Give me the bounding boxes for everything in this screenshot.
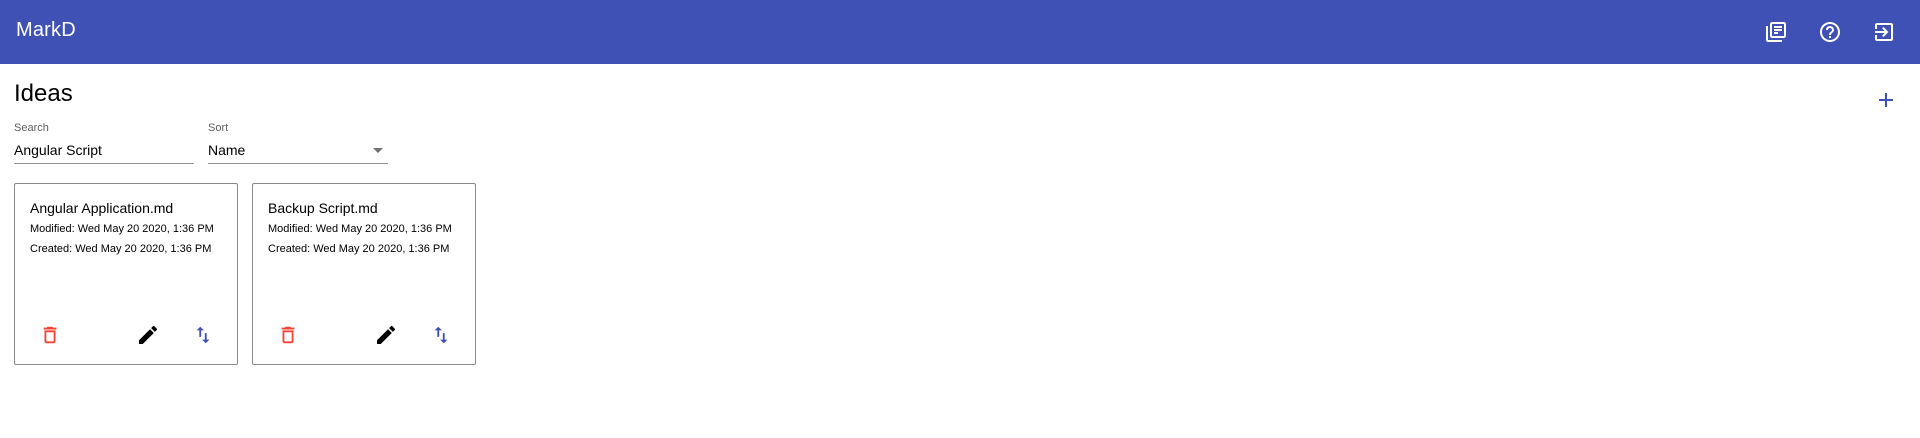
move-button[interactable] bbox=[426, 320, 456, 350]
search-underline bbox=[14, 163, 194, 164]
trash-icon bbox=[43, 326, 57, 344]
swap-vert-icon bbox=[196, 326, 210, 344]
card-title[interactable]: Angular Application.md bbox=[30, 200, 173, 216]
add-button[interactable] bbox=[1870, 84, 1902, 116]
edit-button[interactable] bbox=[371, 320, 401, 350]
add-icon bbox=[1879, 93, 1893, 107]
chevron-down-icon[interactable] bbox=[373, 148, 383, 153]
swap-vert-icon bbox=[434, 326, 448, 344]
card-created: Created: Wed May 20 2020, 1:36 PM bbox=[268, 243, 450, 255]
top-toolbar: MarkD bbox=[0, 0, 1920, 64]
pencil-icon bbox=[139, 325, 158, 344]
search-input[interactable]: Angular Script bbox=[14, 142, 102, 158]
search-label: Search bbox=[14, 122, 49, 134]
move-button[interactable] bbox=[188, 320, 218, 350]
trash-icon bbox=[281, 326, 295, 344]
delete-button[interactable] bbox=[35, 320, 65, 350]
file-card[interactable]: Angular Application.md Modified: Wed May… bbox=[14, 183, 238, 365]
help-icon[interactable] bbox=[1814, 16, 1846, 48]
card-created: Created: Wed May 20 2020, 1:36 PM bbox=[30, 243, 212, 255]
sort-value[interactable]: Name bbox=[208, 142, 245, 158]
card-modified: Modified: Wed May 20 2020, 1:36 PM bbox=[30, 223, 214, 235]
page-title: Ideas bbox=[14, 80, 73, 107]
pencil-icon bbox=[377, 325, 396, 344]
file-card[interactable]: Backup Script.md Modified: Wed May 20 20… bbox=[252, 183, 476, 365]
delete-button[interactable] bbox=[273, 320, 303, 350]
sort-label: Sort bbox=[208, 122, 229, 134]
edit-button[interactable] bbox=[133, 320, 163, 350]
logout-icon[interactable] bbox=[1868, 16, 1900, 48]
library-icon[interactable] bbox=[1760, 16, 1792, 48]
card-modified: Modified: Wed May 20 2020, 1:36 PM bbox=[268, 223, 452, 235]
sort-underline bbox=[208, 163, 388, 164]
card-title[interactable]: Backup Script.md bbox=[268, 200, 378, 216]
app-title: MarkD bbox=[16, 19, 76, 41]
